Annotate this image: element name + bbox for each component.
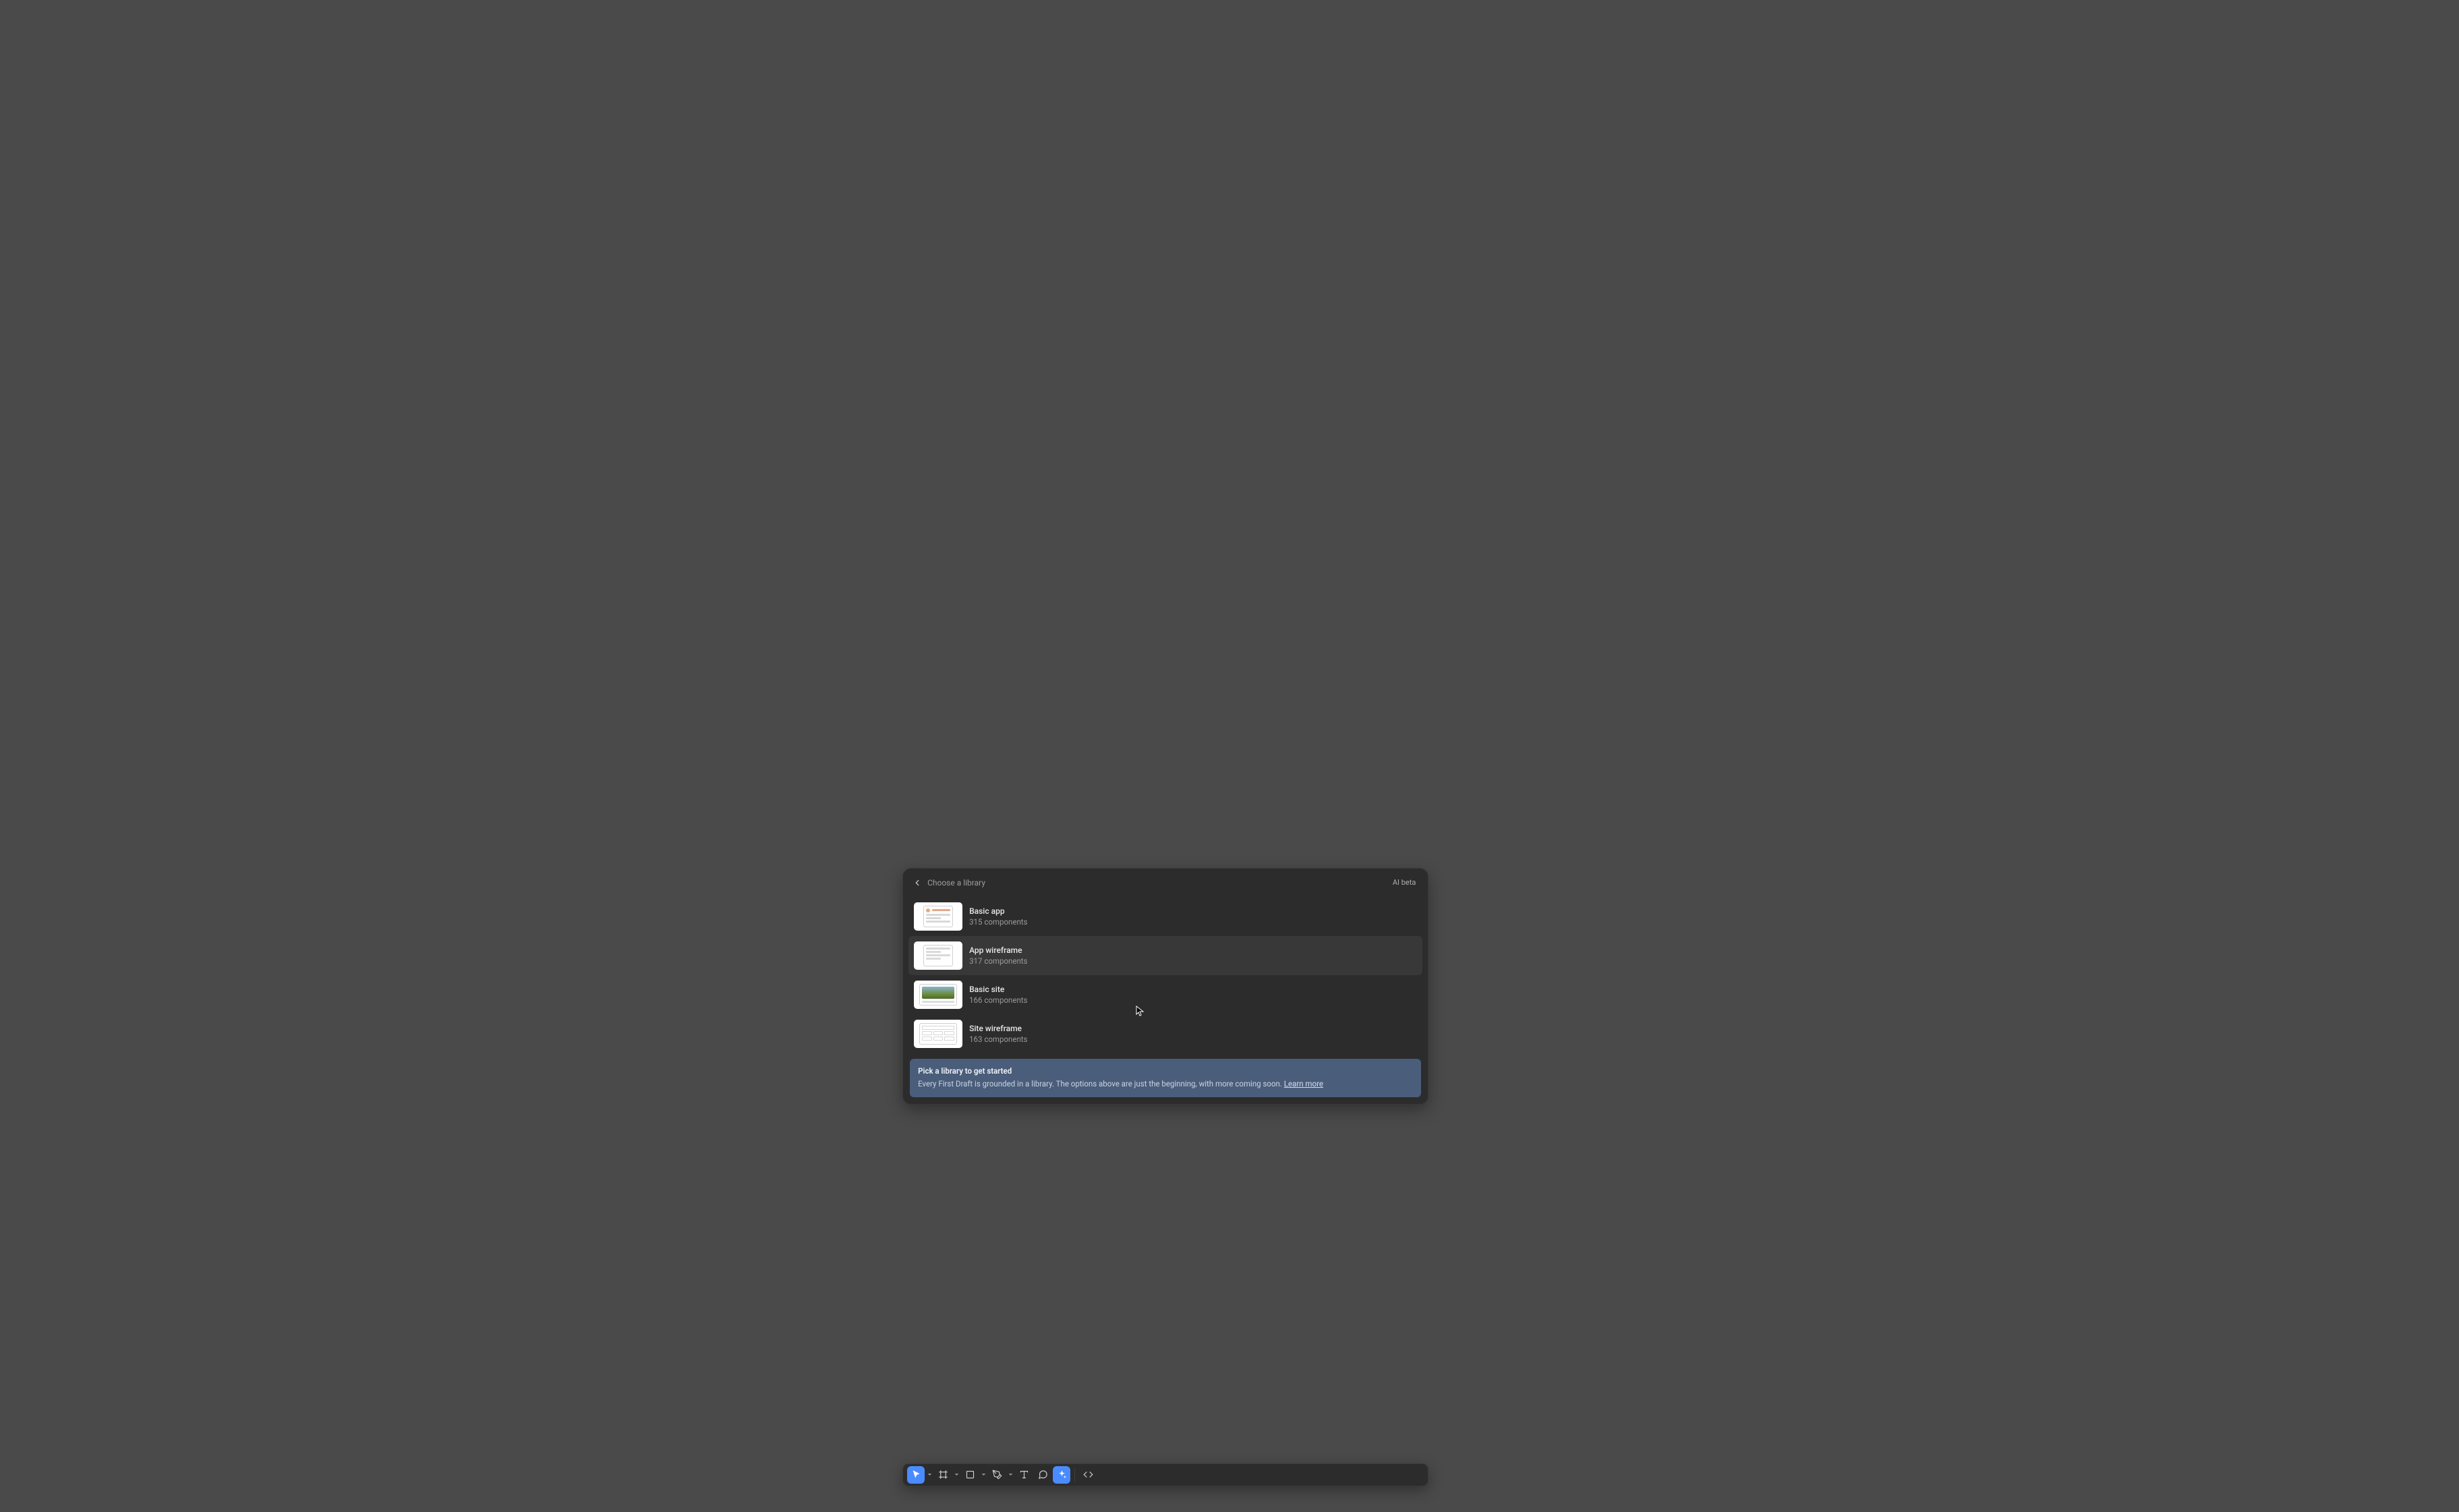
comment-icon xyxy=(1038,1470,1048,1480)
chevron-left-icon xyxy=(913,878,922,888)
chevron-down-icon xyxy=(954,1472,959,1477)
sparkle-icon xyxy=(1057,1470,1067,1480)
devmode-toggle[interactable] xyxy=(1079,1466,1097,1484)
chevron-down-icon xyxy=(981,1472,986,1477)
chevron-down-icon xyxy=(927,1472,932,1477)
library-item-app-wireframe[interactable]: App wireframe 317 components xyxy=(908,936,1422,975)
learn-more-link[interactable]: Learn more xyxy=(1284,1079,1323,1088)
ai-beta-badge: AI beta xyxy=(1389,877,1420,888)
pen-tool-caret[interactable] xyxy=(1007,1466,1014,1484)
move-tool[interactable] xyxy=(907,1466,925,1484)
library-item-basic-app[interactable]: Basic app 315 components xyxy=(908,897,1422,936)
chevron-down-icon xyxy=(1008,1472,1013,1477)
code-icon xyxy=(1082,1470,1094,1480)
library-item-basic-site[interactable]: Basic site 166 components xyxy=(908,975,1422,1014)
text-icon xyxy=(1019,1470,1029,1480)
choose-library-modal: Choose a library AI beta Basic app 315 c… xyxy=(902,868,1428,1105)
library-count: 166 components xyxy=(969,995,1027,1005)
library-name: Site wireframe xyxy=(969,1024,1027,1033)
modal-title: Choose a library xyxy=(927,878,1389,888)
bottom-toolbar xyxy=(902,1463,1428,1486)
frame-icon xyxy=(938,1470,948,1480)
modal-header: Choose a library AI beta xyxy=(903,869,1428,894)
back-button[interactable] xyxy=(910,875,925,890)
callout-body: Every First Draft is grounded in a libra… xyxy=(918,1078,1413,1090)
info-callout: Pick a library to get started Every Firs… xyxy=(910,1059,1421,1097)
ai-actions-tool[interactable] xyxy=(1053,1466,1070,1484)
rectangle-tool[interactable] xyxy=(961,1466,979,1484)
library-thumbnail xyxy=(914,981,962,1009)
library-name: Basic app xyxy=(969,906,1027,916)
cursor-icon xyxy=(911,1470,921,1480)
library-count: 163 components xyxy=(969,1035,1027,1044)
library-thumbnail xyxy=(914,941,962,970)
library-thumbnail xyxy=(914,1020,962,1048)
callout-text: Every First Draft is grounded in a libra… xyxy=(918,1079,1284,1088)
pen-icon xyxy=(992,1470,1002,1480)
rectangle-icon xyxy=(965,1470,975,1480)
library-list: Basic app 315 components App wireframe 3… xyxy=(903,894,1428,1059)
library-count: 315 components xyxy=(969,917,1027,927)
callout-title: Pick a library to get started xyxy=(918,1066,1413,1076)
rectangle-tool-caret[interactable] xyxy=(980,1466,987,1484)
move-tool-caret[interactable] xyxy=(926,1466,933,1484)
library-item-site-wireframe[interactable]: Site wireframe 163 components xyxy=(908,1014,1422,1053)
frame-tool[interactable] xyxy=(934,1466,952,1484)
library-thumbnail xyxy=(914,902,962,931)
library-name: App wireframe xyxy=(969,946,1027,955)
text-tool[interactable] xyxy=(1015,1466,1033,1484)
library-count: 317 components xyxy=(969,956,1027,966)
pen-tool[interactable] xyxy=(988,1466,1006,1484)
frame-tool-caret[interactable] xyxy=(953,1466,960,1484)
canvas-background[interactable]: Choose a library AI beta Basic app 315 c… xyxy=(0,0,2459,1512)
toolbar-separator xyxy=(1074,1468,1075,1482)
library-name: Basic site xyxy=(969,985,1027,994)
comment-tool[interactable] xyxy=(1034,1466,1051,1484)
